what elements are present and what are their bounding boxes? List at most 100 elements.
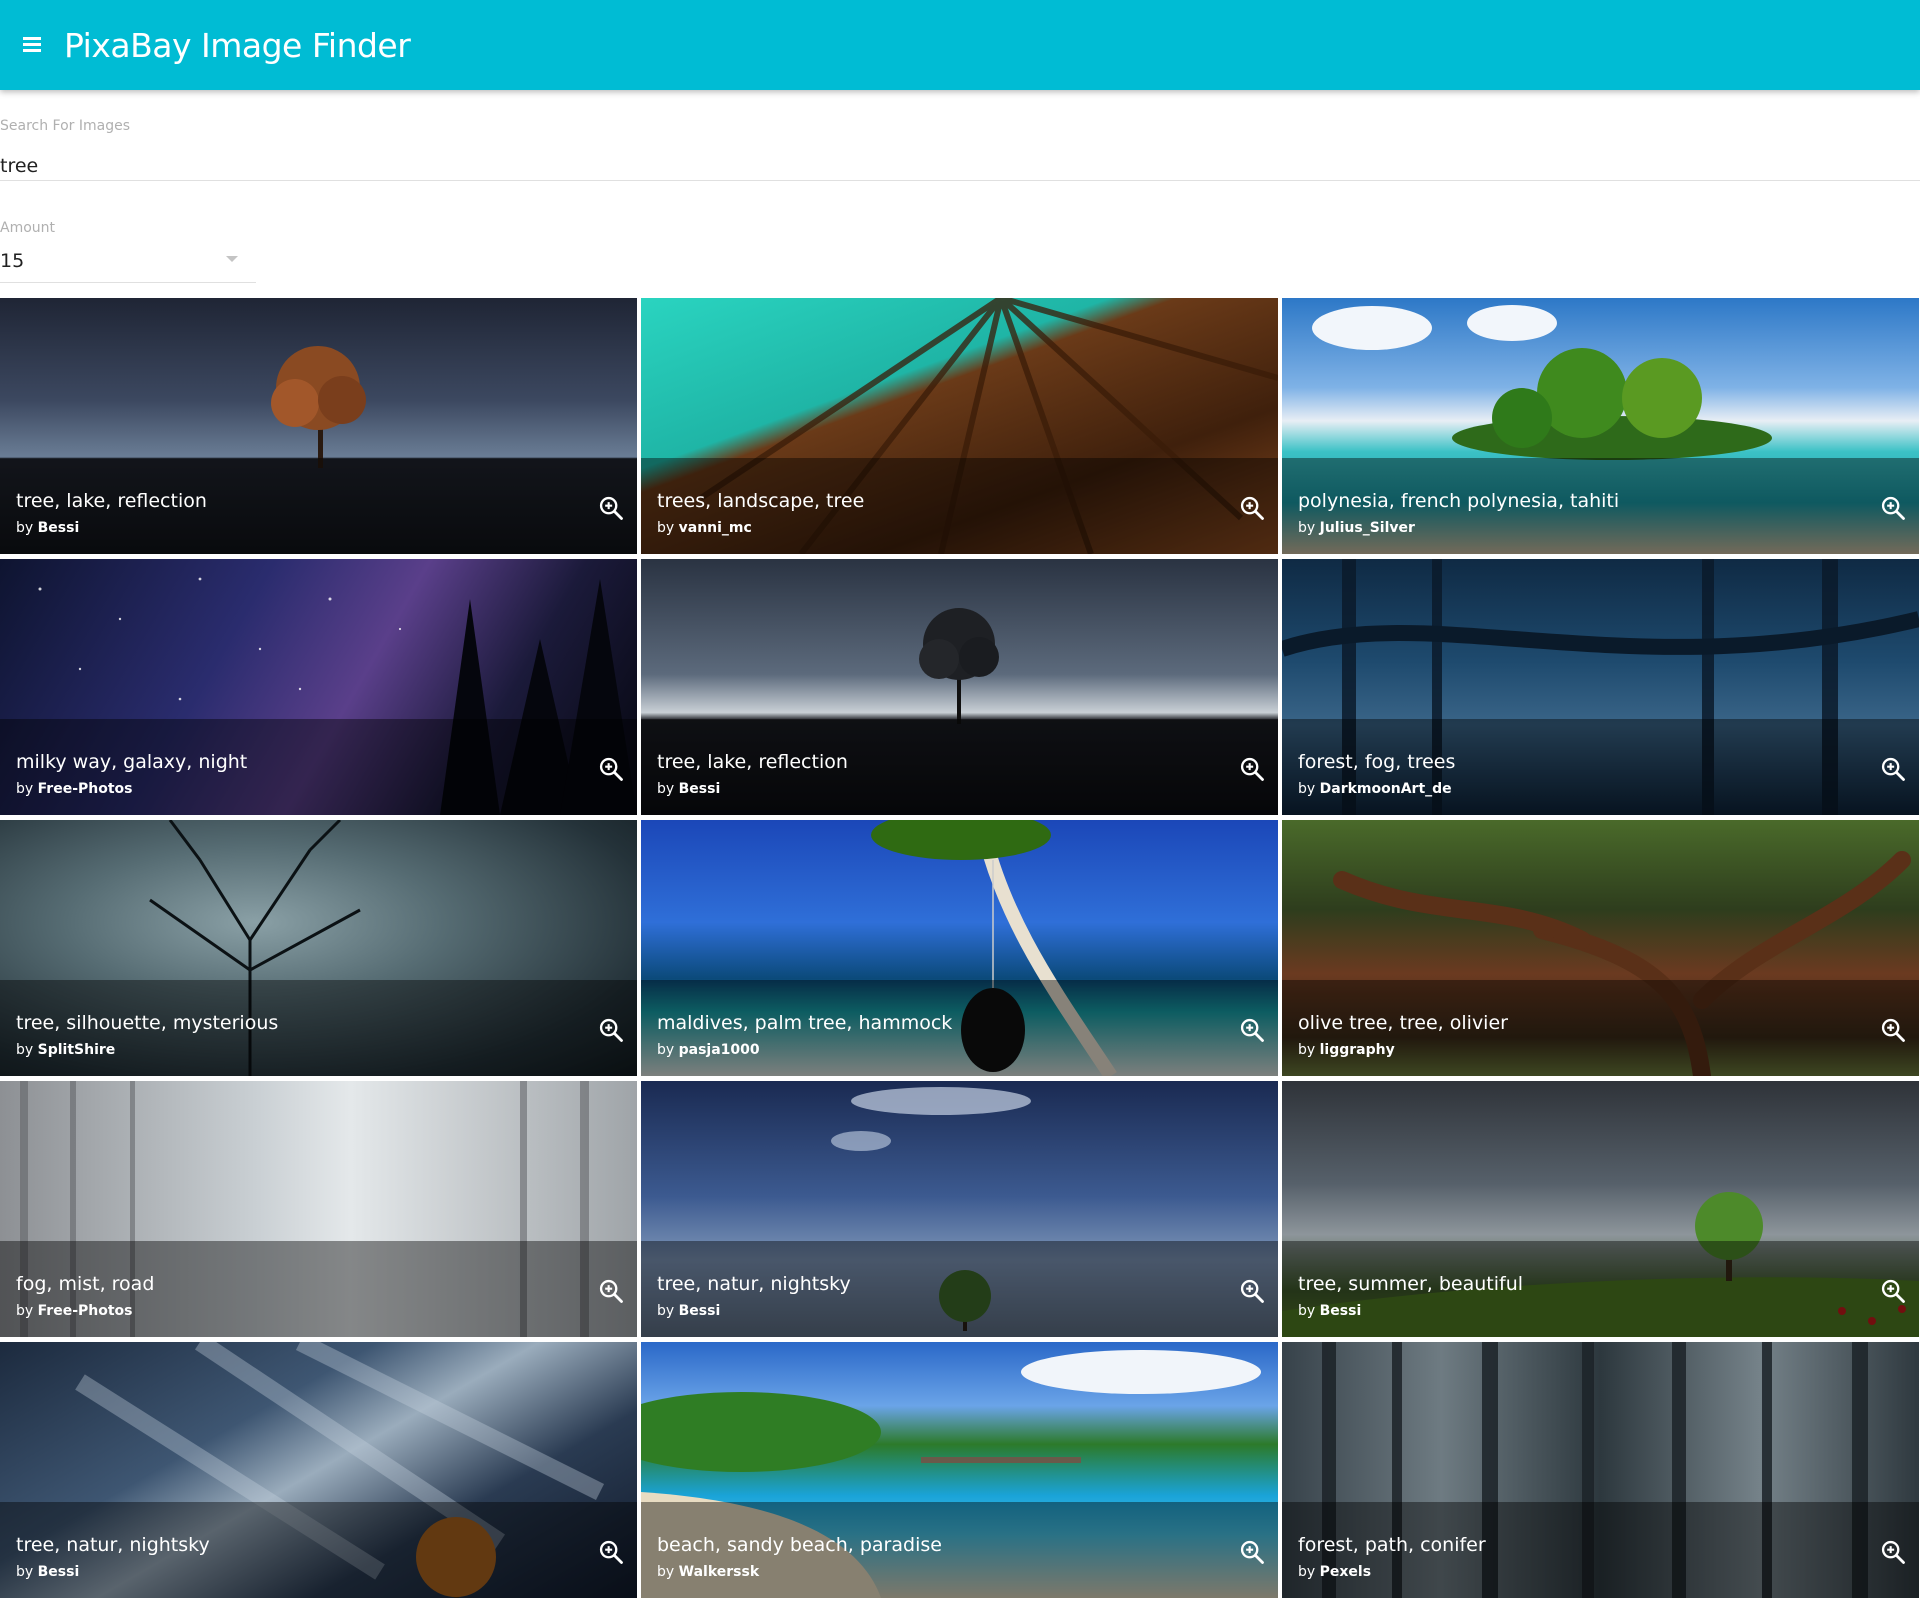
amount-value: 15 (0, 250, 25, 272)
by-label: by (1298, 1042, 1316, 1058)
by-label: by (16, 1564, 34, 1580)
image-author: vanni_mc (678, 520, 752, 536)
image-tile[interactable]: polynesia, french polynesia, tahiti by J… (1282, 298, 1919, 554)
image-author-line: by vanni_mc (657, 520, 752, 536)
image-author: Free-Photos (37, 1303, 133, 1319)
image-tags: tree, silhouette, mysterious (16, 1012, 279, 1034)
by-label: by (1298, 520, 1316, 536)
image-tags: tree, natur, nightsky (657, 1273, 851, 1295)
image-tags: forest, fog, trees (1298, 751, 1456, 773)
image-tile[interactable]: milky way, galaxy, night by Free-Photos (0, 559, 637, 815)
image-author-line: by Bessi (1298, 1303, 1361, 1319)
zoom-in-icon[interactable] (1879, 1016, 1907, 1044)
image-tile[interactable]: tree, natur, nightsky by Bessi (0, 1342, 637, 1598)
app-bar: PixaBay Image Finder (0, 0, 1920, 90)
image-tags: polynesia, french polynesia, tahiti (1298, 490, 1620, 512)
by-label: by (657, 520, 675, 536)
image-author: pasja1000 (678, 1042, 760, 1058)
image-tags: forest, path, conifer (1298, 1534, 1486, 1556)
image-author: Free-Photos (37, 781, 133, 797)
image-author-line: by Bessi (16, 520, 79, 536)
image-author-line: by Pexels (1298, 1564, 1371, 1580)
zoom-in-icon[interactable] (597, 1016, 625, 1044)
by-label: by (657, 1564, 675, 1580)
by-label: by (657, 781, 675, 797)
image-author-line: by DarkmoonArt_de (1298, 781, 1452, 797)
image-tile[interactable]: forest, path, conifer by Pexels (1282, 1342, 1919, 1598)
zoom-in-icon[interactable] (1238, 1538, 1266, 1566)
zoom-in-icon[interactable] (1238, 755, 1266, 783)
image-tags: milky way, galaxy, night (16, 751, 248, 773)
zoom-in-icon[interactable] (1879, 755, 1907, 783)
menu-icon (23, 37, 41, 53)
image-tags: olive tree, tree, olivier (1298, 1012, 1508, 1034)
image-author: Bessi (678, 1303, 721, 1319)
image-tile[interactable]: beach, sandy beach, paradise by Walkerss… (641, 1342, 1278, 1598)
image-tags: tree, lake, reflection (657, 751, 848, 773)
image-author: Pexels (1319, 1564, 1372, 1580)
image-author: DarkmoonArt_de (1319, 781, 1452, 797)
image-tags: tree, lake, reflection (16, 490, 207, 512)
by-label: by (657, 1042, 675, 1058)
zoom-in-icon[interactable] (1879, 1538, 1907, 1566)
zoom-in-icon[interactable] (597, 1277, 625, 1305)
image-tags: tree, natur, nightsky (16, 1534, 210, 1556)
image-author: Bessi (1319, 1303, 1362, 1319)
image-author: Bessi (678, 781, 721, 797)
by-label: by (1298, 781, 1316, 797)
zoom-in-icon[interactable] (1238, 1277, 1266, 1305)
image-author-line: by Bessi (657, 1303, 720, 1319)
search-label: Search For Images (0, 118, 131, 134)
image-grid: tree, lake, reflection by Bessi trees, l… (0, 298, 1920, 1598)
image-author: Walkerssk (678, 1564, 760, 1580)
menu-button[interactable] (0, 0, 64, 90)
image-tile[interactable]: tree, natur, nightsky by Bessi (641, 1081, 1278, 1337)
by-label: by (16, 1042, 34, 1058)
image-tile[interactable]: forest, fog, trees by DarkmoonArt_de (1282, 559, 1919, 815)
zoom-in-icon[interactable] (1879, 1277, 1907, 1305)
zoom-in-icon[interactable] (1879, 494, 1907, 522)
image-author-line: by Bessi (16, 1564, 79, 1580)
image-author-line: by Free-Photos (16, 1303, 133, 1319)
zoom-in-icon[interactable] (597, 494, 625, 522)
app-title: PixaBay Image Finder (64, 25, 411, 65)
image-author: SplitShire (37, 1042, 116, 1058)
image-tile[interactable]: tree, lake, reflection by Bessi (0, 298, 637, 554)
image-author-line: by Walkerssk (657, 1564, 759, 1580)
zoom-in-icon[interactable] (597, 1538, 625, 1566)
image-tags: trees, landscape, tree (657, 490, 865, 512)
image-author: Bessi (37, 1564, 80, 1580)
search-input[interactable] (0, 153, 1900, 179)
zoom-in-icon[interactable] (597, 755, 625, 783)
image-tile[interactable]: fog, mist, road by Free-Photos (0, 1081, 637, 1337)
image-author-line: by Bessi (657, 781, 720, 797)
dropdown-caret-icon (226, 256, 238, 262)
image-author-line: by SplitShire (16, 1042, 115, 1058)
by-label: by (16, 781, 34, 797)
zoom-in-icon[interactable] (1238, 1016, 1266, 1044)
by-label: by (1298, 1303, 1316, 1319)
image-author: liggraphy (1319, 1042, 1395, 1058)
image-tags: fog, mist, road (16, 1273, 155, 1295)
image-author: Bessi (37, 520, 80, 536)
image-author-line: by liggraphy (1298, 1042, 1395, 1058)
image-author-line: by pasja1000 (657, 1042, 760, 1058)
image-tile[interactable]: tree, summer, beautiful by Bessi (1282, 1081, 1919, 1337)
image-tags: maldives, palm tree, hammock (657, 1012, 953, 1034)
search-underline (0, 180, 1920, 181)
image-tile[interactable]: trees, landscape, tree by vanni_mc (641, 298, 1278, 554)
amount-label: Amount (0, 220, 56, 236)
image-author-line: by Julius_Silver (1298, 520, 1415, 536)
amount-underline (0, 282, 256, 283)
zoom-in-icon[interactable] (1238, 494, 1266, 522)
by-label: by (16, 520, 34, 536)
image-tile[interactable]: olive tree, tree, olivier by liggraphy (1282, 820, 1919, 1076)
image-tile[interactable]: tree, lake, reflection by Bessi (641, 559, 1278, 815)
image-tags: tree, summer, beautiful (1298, 1273, 1524, 1295)
image-tile[interactable]: tree, silhouette, mysterious by SplitShi… (0, 820, 637, 1076)
image-tile[interactable]: maldives, palm tree, hammock by pasja100… (641, 820, 1278, 1076)
by-label: by (657, 1303, 675, 1319)
image-tags: beach, sandy beach, paradise (657, 1534, 942, 1556)
by-label: by (1298, 1564, 1316, 1580)
by-label: by (16, 1303, 34, 1319)
